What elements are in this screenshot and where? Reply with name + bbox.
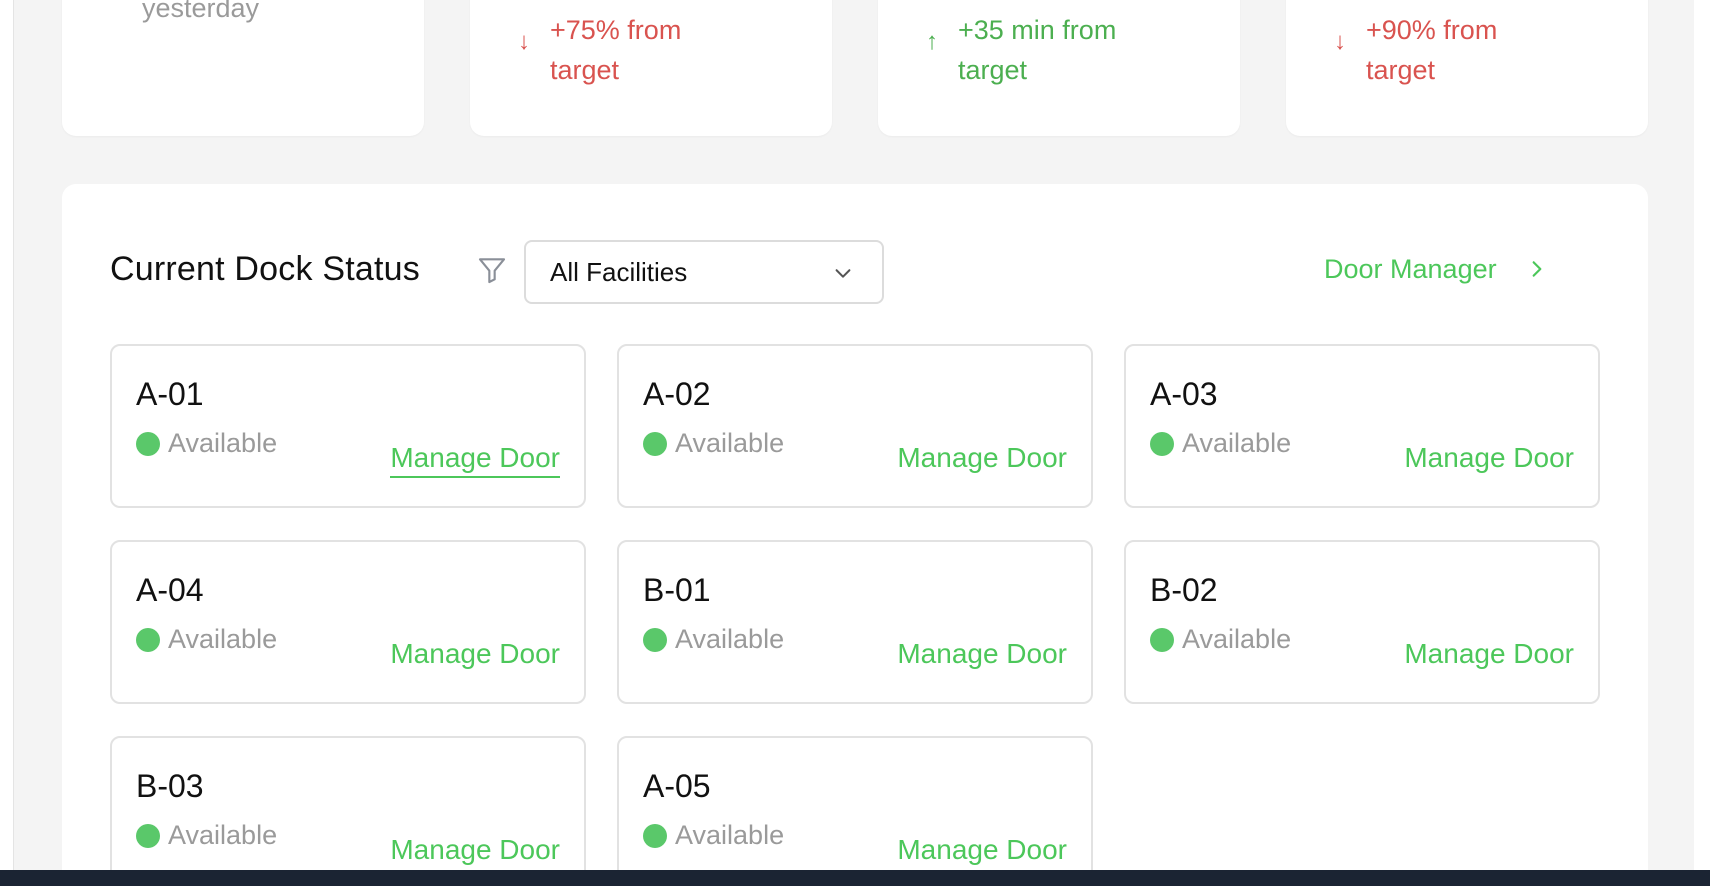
door-status-label: Available <box>675 624 785 654</box>
kpi-change: ↓ +75% from target <box>518 10 730 90</box>
door-name: A-02 <box>643 376 711 412</box>
facility-select-value: All Facilities <box>550 256 688 287</box>
door-status: Available <box>643 428 784 459</box>
kpi-change: ↓ +90% from target <box>1334 10 1546 90</box>
arrow-right-icon: → <box>110 0 130 28</box>
door-status-label: Available <box>675 428 785 458</box>
kpi-change-text: +90% from target <box>1366 15 1498 85</box>
door-status: Available <box>643 820 784 851</box>
door-name: A-03 <box>1150 376 1218 412</box>
door-manager-label: Door Manager <box>1324 253 1497 284</box>
status-dot-icon <box>136 431 160 456</box>
manage-door-button[interactable]: Manage Door <box>897 442 1067 476</box>
manage-door-button[interactable]: Manage Door <box>390 638 560 672</box>
door-status-label: Available <box>1182 428 1292 458</box>
dock-status-panel: Current Dock Status All Facilities Door … <box>62 184 1648 870</box>
door-manager-link[interactable]: Door Manager <box>1324 244 1547 294</box>
door-status: Available <box>643 624 784 655</box>
door-name: B-02 <box>1150 572 1218 608</box>
manage-door-button[interactable]: Manage Door <box>1404 442 1574 476</box>
door-status: Available <box>136 428 277 459</box>
facility-select[interactable]: All Facilities <box>524 240 884 304</box>
door-name: B-03 <box>136 768 204 804</box>
manage-door-button[interactable]: Manage Door <box>390 442 560 478</box>
arrow-up-icon: ↑ <box>926 28 938 55</box>
door-status-label: Available <box>168 624 278 654</box>
kpi-change-text: yesterday <box>142 0 260 23</box>
status-dot-icon <box>1150 431 1174 456</box>
kpi-change: ↑ +35 min from target <box>926 10 1138 90</box>
kpi-card-4: ↓ +90% from target <box>1286 0 1648 136</box>
door-card-a-04: A-04 Available Manage Door <box>110 540 586 704</box>
taskbar-edge <box>0 870 1710 886</box>
manage-door-button[interactable]: Manage Door <box>390 834 560 868</box>
kpi-card-1: → yesterday <box>62 0 424 136</box>
door-name: B-01 <box>643 572 711 608</box>
door-card-a-05: A-05 Available Manage Door <box>617 736 1093 870</box>
door-card-b-03: B-03 Available Manage Door <box>110 736 586 870</box>
sidebar-edge <box>0 0 14 870</box>
kpi-change: → yesterday <box>110 0 322 28</box>
chevron-right-icon <box>1532 261 1542 277</box>
arrow-down-icon: ↓ <box>518 28 530 55</box>
door-card-a-02: A-02 Available Manage Door <box>617 344 1093 508</box>
status-dot-icon <box>1150 627 1174 652</box>
filter-icon[interactable] <box>476 254 508 286</box>
manage-door-button[interactable]: Manage Door <box>897 834 1067 868</box>
door-name: A-04 <box>136 572 204 608</box>
door-card-a-03: A-03 Available Manage Door <box>1124 344 1600 508</box>
arrow-down-icon: ↓ <box>1334 28 1346 55</box>
door-card-b-01: B-01 Available Manage Door <box>617 540 1093 704</box>
dashboard-viewport: → yesterday ↓ +75% from target ↑ +35 min… <box>0 0 1710 870</box>
door-status: Available <box>1150 624 1291 655</box>
door-status-label: Available <box>675 820 785 850</box>
chevron-down-icon <box>835 269 851 278</box>
scrollbar-track[interactable] <box>1694 0 1710 870</box>
status-dot-icon <box>643 431 667 456</box>
door-name: A-05 <box>643 768 711 804</box>
door-card-b-02: B-02 Available Manage Door <box>1124 540 1600 704</box>
status-dot-icon <box>136 627 160 652</box>
door-status: Available <box>1150 428 1291 459</box>
kpi-card-2: ↓ +75% from target <box>470 0 832 136</box>
manage-door-button[interactable]: Manage Door <box>897 638 1067 672</box>
status-dot-icon <box>136 823 160 848</box>
kpi-card-3: ↑ +35 min from target <box>878 0 1240 136</box>
status-dot-icon <box>643 627 667 652</box>
panel-title: Current Dock Status <box>110 250 420 288</box>
door-status: Available <box>136 820 277 851</box>
door-status-label: Available <box>168 428 278 458</box>
door-status-label: Available <box>1182 624 1292 654</box>
door-status: Available <box>136 624 277 655</box>
kpi-change-text: +75% from target <box>550 15 682 85</box>
manage-door-button[interactable]: Manage Door <box>1404 638 1574 672</box>
door-name: A-01 <box>136 376 204 412</box>
door-card-a-01: A-01 Available Manage Door <box>110 344 586 508</box>
kpi-change-text: +35 min from target <box>958 15 1117 85</box>
door-status-label: Available <box>168 820 278 850</box>
status-dot-icon <box>643 823 667 848</box>
